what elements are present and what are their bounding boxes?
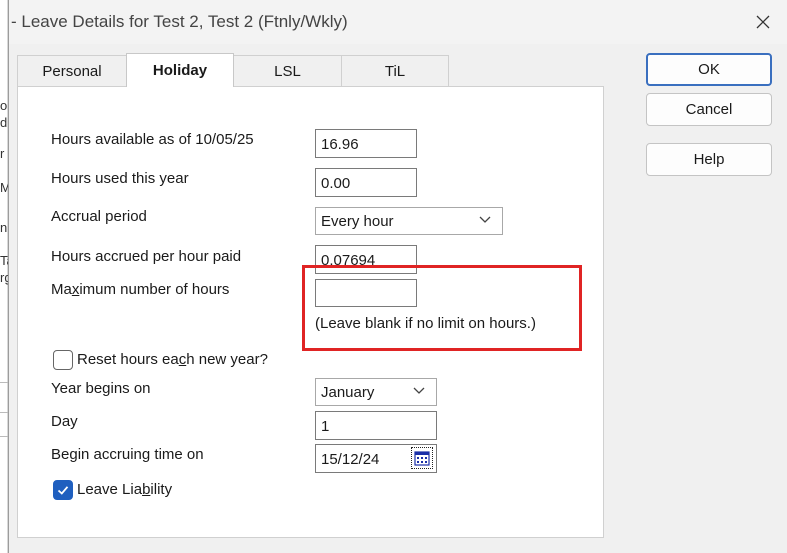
- tab-label: LSL: [274, 62, 301, 80]
- leave-liability-label: Leave Liability: [77, 481, 173, 498]
- year-begins-label: Year begins on: [51, 380, 151, 397]
- help-button[interactable]: Help: [646, 143, 772, 176]
- leave-details-dialog: - Leave Details for Test 2, Test 2 (Ftnl…: [8, 0, 787, 553]
- hours-used-label: Hours used this year: [51, 170, 189, 187]
- tab-label: Holiday: [152, 62, 208, 79]
- title-bar: - Leave Details for Test 2, Test 2 (Ftnl…: [9, 0, 787, 44]
- hours-available-field[interactable]: 16.96: [315, 129, 417, 158]
- max-hours-label: Maximum number of hours: [51, 281, 230, 298]
- highlight-box: [302, 265, 582, 351]
- help-button-label: Help: [693, 151, 725, 168]
- tab-label: Personal: [42, 62, 102, 80]
- cancel-button[interactable]: Cancel: [646, 93, 772, 126]
- begin-accruing-value: 15/12/24: [321, 451, 380, 468]
- reset-hours-checkbox[interactable]: [53, 350, 73, 370]
- background-divider: [0, 382, 8, 383]
- accrual-period-select[interactable]: Every hour: [315, 207, 503, 235]
- background-divider: [0, 412, 8, 413]
- chevron-down-icon: [413, 387, 425, 394]
- year-begins-value: January: [321, 384, 375, 401]
- tab-til[interactable]: TiL: [341, 55, 449, 86]
- reset-hours-label: Reset hours each new year?: [77, 351, 268, 368]
- calendar-button[interactable]: [411, 447, 433, 469]
- cancel-button-label: Cancel: [685, 101, 733, 118]
- day-field[interactable]: 1: [315, 411, 437, 440]
- background-divider: [0, 436, 8, 437]
- tab-lsl[interactable]: LSL: [233, 55, 342, 86]
- ok-button-label: OK: [698, 61, 720, 78]
- tab-personal[interactable]: Personal: [17, 55, 127, 86]
- close-icon: [756, 15, 770, 29]
- leave-liability-checkbox[interactable]: [53, 480, 73, 500]
- window-title: - Leave Details for Test 2, Test 2 (Ftnl…: [11, 12, 348, 31]
- checkmark-icon: [57, 486, 69, 495]
- chevron-down-icon: [479, 216, 491, 223]
- hours-available-label: Hours available as of 10/05/25: [51, 131, 254, 148]
- background-text: d: [0, 115, 8, 130]
- accrual-period-label: Accrual period: [51, 208, 147, 225]
- background-text: n: [0, 220, 8, 235]
- tab-holiday[interactable]: Holiday: [126, 53, 234, 87]
- year-begins-select[interactable]: January: [315, 378, 437, 406]
- hours-accrued-label: Hours accrued per hour paid: [51, 248, 242, 265]
- accrual-period-value: Every hour: [321, 213, 394, 230]
- background-text: r: [0, 146, 5, 161]
- ok-button[interactable]: OK: [646, 53, 772, 86]
- calendar-icon: [414, 451, 430, 466]
- hours-used-field[interactable]: 0.00: [315, 168, 417, 197]
- begin-accruing-label: Begin accruing time on: [51, 446, 204, 463]
- tab-label: TiL: [384, 62, 406, 80]
- close-button[interactable]: [745, 6, 781, 38]
- day-label: Day: [51, 413, 78, 430]
